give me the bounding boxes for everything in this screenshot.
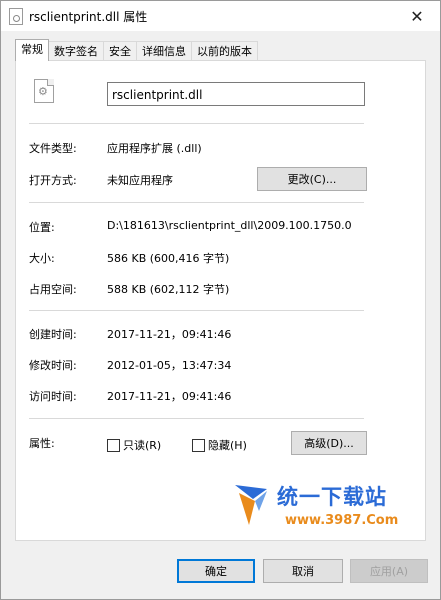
tab-general[interactable]: 常规 (15, 39, 49, 61)
ok-button[interactable]: 确定 (177, 559, 255, 583)
readonly-checkbox[interactable]: 只读(R) (107, 437, 161, 453)
opens-with-label: 打开方式: (29, 174, 77, 187)
accessed-label: 访问时间: (29, 390, 77, 403)
attributes-label: 属性: (29, 437, 55, 450)
readonly-label: 只读(R) (123, 439, 162, 452)
hidden-label: 隐藏(H) (208, 439, 247, 452)
created-label: 创建时间: (29, 328, 77, 341)
tab-digital-signatures[interactable]: 数字签名 (48, 41, 104, 61)
opens-with-value: 未知应用程序 (107, 174, 173, 187)
cancel-button[interactable]: 取消 (263, 559, 343, 583)
created-value: 2017-11-21，09:41:46 (107, 328, 232, 341)
location-label: 位置: (29, 221, 55, 234)
size-on-disk-value: 588 KB (602,112 字节) (107, 283, 230, 296)
file-type-value: 应用程序扩展 (.dll) (107, 142, 202, 155)
modified-label: 修改时间: (29, 359, 77, 372)
size-label: 大小: (29, 252, 55, 265)
divider (29, 310, 364, 311)
watermark-title: 统一下载站 (277, 485, 387, 509)
file-name-field[interactable]: rsclientprint.dll (107, 82, 365, 106)
checkbox-box[interactable] (192, 438, 205, 452)
tab-details[interactable]: 详细信息 (136, 41, 192, 61)
divider (29, 202, 364, 203)
watermark-url: www.3987.Com (285, 513, 399, 528)
tab-security[interactable]: 安全 (103, 41, 137, 61)
file-type-icon: ⚙ (34, 79, 54, 103)
tab-bar: 常规 数字签名 安全 详细信息 以前的版本 (15, 39, 258, 61)
divider (29, 418, 364, 419)
advanced-button[interactable]: 高级(D)... (291, 431, 367, 455)
close-button[interactable]: ✕ (394, 1, 440, 31)
watermark: 统一下载站 www.3987.Com (233, 479, 413, 537)
apply-button[interactable]: 应用(A) (350, 559, 428, 583)
modified-value: 2012-01-05，13:47:34 (107, 359, 232, 372)
close-icon: ✕ (410, 6, 424, 26)
tab-previous-versions[interactable]: 以前的版本 (191, 41, 258, 61)
change-button[interactable]: 更改(C)... (257, 167, 367, 191)
download-site-logo-icon (235, 485, 267, 525)
size-on-disk-label: 占用空间: (29, 283, 77, 296)
checkbox-box[interactable] (107, 438, 120, 452)
hidden-checkbox[interactable]: 隐藏(H) (192, 437, 247, 453)
size-value: 586 KB (600,416 字节) (107, 252, 230, 265)
divider (29, 123, 364, 124)
properties-dialog: rsclientprint.dll 属性 ✕ 常规 数字签名 安全 详细信息 以… (0, 0, 441, 600)
general-panel (15, 60, 426, 541)
gear-icon: ⚙ (38, 85, 48, 98)
accessed-value: 2017-11-21，09:41:46 (107, 390, 232, 403)
dll-file-icon (9, 8, 23, 25)
window-title: rsclientprint.dll 属性 (29, 10, 148, 24)
location-value: D:\181613\rsclientprint_dll\2009.100.175… (107, 219, 352, 232)
file-type-label: 文件类型: (29, 142, 77, 155)
title-bar[interactable]: rsclientprint.dll 属性 ✕ (1, 1, 440, 31)
